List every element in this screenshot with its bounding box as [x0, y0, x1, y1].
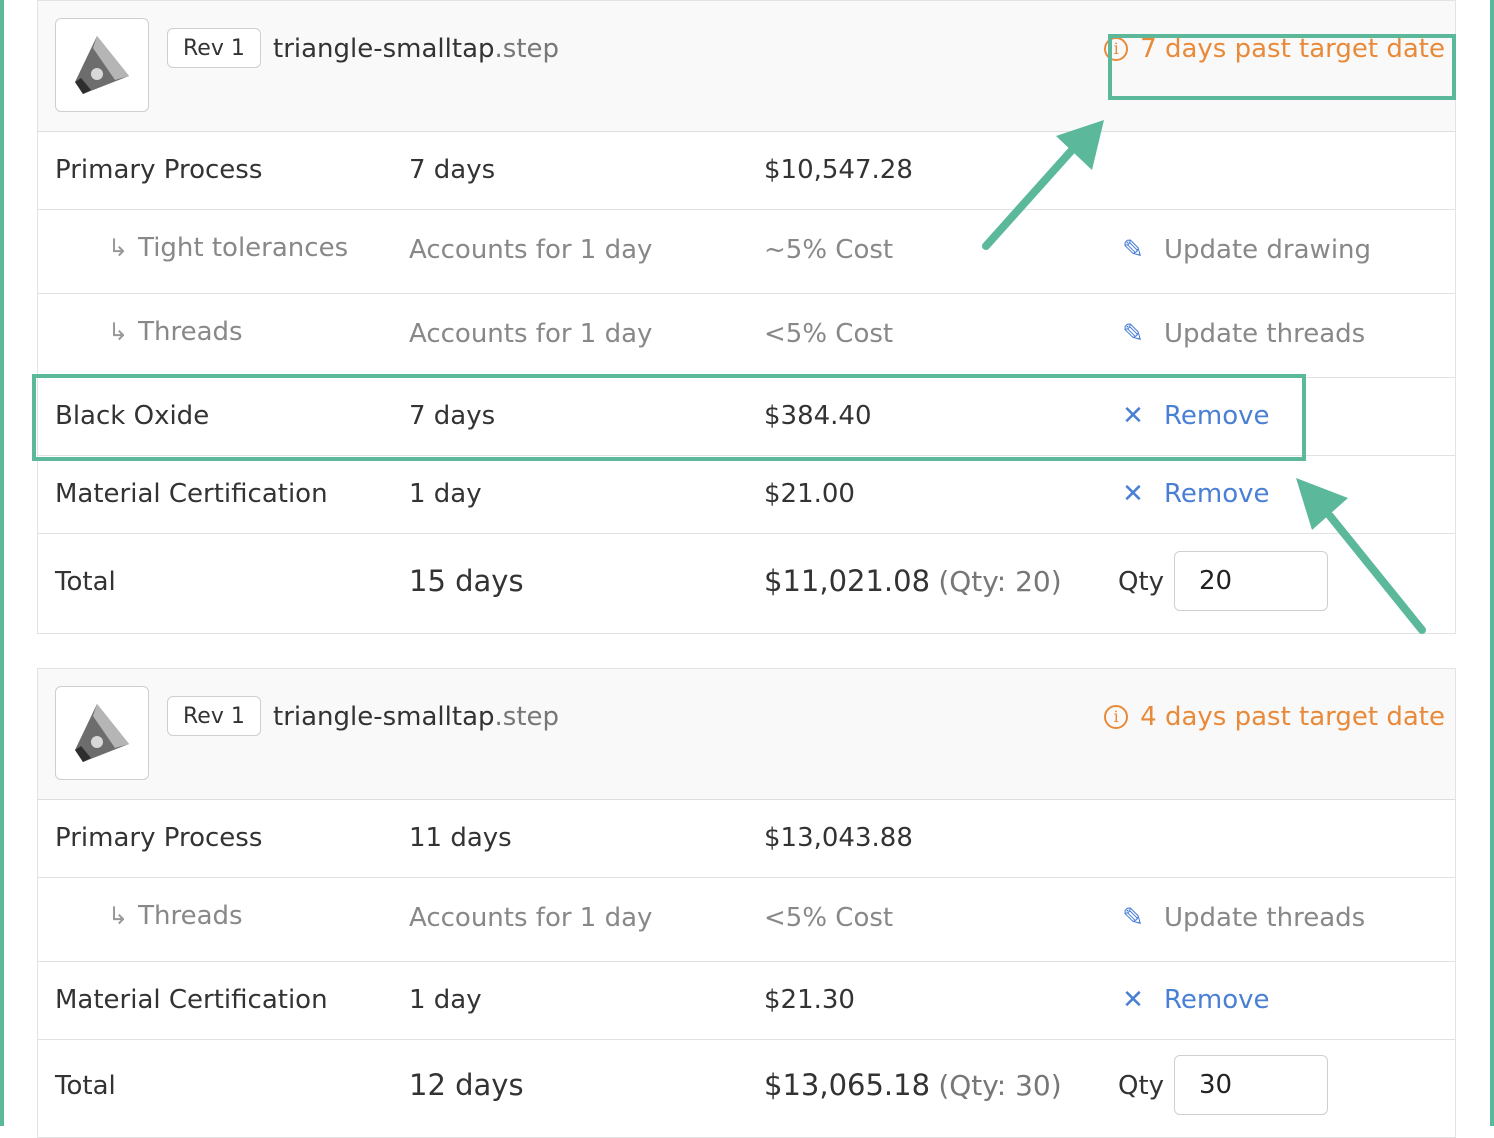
- sub-row-days: Accounts for 1 day: [409, 319, 653, 349]
- pencil-icon: ✎: [1122, 903, 1144, 933]
- info-icon: i: [1104, 37, 1129, 61]
- part-card-2: Rev 1 triangle-smalltap.step i 4 days pa…: [37, 668, 1456, 1138]
- sub-label-text: Threads: [138, 317, 243, 347]
- close-icon: ✕: [1122, 985, 1144, 1015]
- sub-arrow-icon: ↳: [108, 318, 129, 346]
- filename-base: triangle-smalltap: [273, 702, 495, 732]
- action-text: Remove: [1164, 479, 1270, 509]
- close-icon: ✕: [1122, 479, 1144, 509]
- row-label: Material Certification: [55, 985, 328, 1015]
- action-text: Update threads: [1164, 319, 1366, 349]
- revision-badge[interactable]: Rev 1: [167, 28, 261, 68]
- sub-row-label: ↳ Threads: [108, 314, 243, 350]
- sub-row-tight-tolerances: ↳ Tight tolerances Accounts for 1 day ~5%…: [38, 210, 1455, 294]
- sub-row-label: ↳ Threads: [108, 898, 243, 934]
- row-cost: $21.00: [764, 479, 855, 509]
- total-cost-group: $11,021.08 (Qty: 20): [764, 563, 1062, 601]
- update-threads-link[interactable]: ✎ Update threads: [1118, 316, 1365, 352]
- part-thumbnail[interactable]: [55, 18, 149, 112]
- sub-row-label: ↳ Tight tolerances: [108, 230, 348, 266]
- part-thumbnail[interactable]: [55, 686, 149, 780]
- sub-label-text: Threads: [138, 901, 243, 931]
- sub-label-text: Tight tolerances: [138, 233, 349, 263]
- sub-row-days: Accounts for 1 day: [409, 903, 653, 933]
- sub-row-days: Accounts for 1 day: [409, 235, 653, 265]
- total-cost: $11,021.08: [764, 564, 931, 598]
- total-cost-group: $13,065.18 (Qty: 30): [764, 1067, 1062, 1105]
- close-icon: ✕: [1122, 401, 1144, 431]
- update-drawing-link[interactable]: ✎ Update drawing: [1118, 232, 1371, 268]
- quantity-input[interactable]: 20: [1174, 551, 1328, 611]
- total-label: Total: [55, 1071, 116, 1101]
- extra-row-material-certification: Material Certification 1 day $21.30 ✕ Rem…: [38, 962, 1455, 1040]
- total-days: 12 days: [409, 1068, 524, 1102]
- pencil-icon: ✎: [1122, 235, 1144, 265]
- qty-label: Qty: [1118, 567, 1165, 597]
- part-thumbnail-icon: [75, 704, 129, 762]
- part-thumbnail-icon: [75, 36, 129, 94]
- total-row: Total 15 days $11,021.08 (Qty: 20) Qty 2…: [38, 534, 1455, 630]
- part-card-1: Rev 1 triangle-smalltap.step i 7 days pa…: [37, 0, 1456, 634]
- sub-row-cost: <5% Cost: [764, 903, 894, 933]
- warning-text: 7 days past target date: [1140, 34, 1445, 64]
- frame-left: [0, 0, 4, 1126]
- total-days: 15 days: [409, 564, 524, 598]
- row-cost: $21.30: [764, 985, 855, 1015]
- part-filename[interactable]: triangle-smalltap.step: [273, 31, 559, 67]
- action-text: Remove: [1164, 985, 1270, 1015]
- row-label: Black Oxide: [55, 401, 210, 431]
- sub-row-cost: ~5% Cost: [764, 235, 894, 265]
- row-days: 7 days: [409, 155, 496, 185]
- action-text: Remove: [1164, 401, 1270, 431]
- part-card-header: Rev 1 triangle-smalltap.step i 7 days pa…: [38, 1, 1455, 132]
- target-date-warning: i 4 days past target date: [1104, 699, 1445, 735]
- target-date-warning: i 7 days past target date: [1104, 31, 1445, 67]
- filename-ext: .step: [494, 702, 560, 732]
- extra-row-material-certification: Material Certification 1 day $21.00 ✕ Rem…: [38, 456, 1455, 534]
- remove-button[interactable]: ✕ Remove: [1118, 398, 1270, 434]
- qty-note: (Qty: 20): [938, 565, 1062, 598]
- row-days: 1 day: [409, 985, 482, 1015]
- warning-text: 4 days past target date: [1140, 702, 1445, 732]
- row-label: Primary Process: [55, 823, 263, 853]
- total-label: Total: [55, 567, 116, 597]
- row-cost: $13,043.88: [764, 823, 913, 853]
- row-label: Material Certification: [55, 479, 328, 509]
- remove-button[interactable]: ✕ Remove: [1118, 476, 1270, 512]
- part-card-header: Rev 1 triangle-smalltap.step i 4 days pa…: [38, 669, 1455, 800]
- total-cost: $13,065.18: [764, 1068, 931, 1102]
- row-label: Primary Process: [55, 155, 263, 185]
- row-cost: $384.40: [764, 401, 872, 431]
- qty-label: Qty: [1118, 1071, 1165, 1101]
- sub-arrow-icon: ↳: [108, 902, 129, 930]
- row-days: 11 days: [409, 823, 512, 853]
- info-icon: i: [1104, 705, 1129, 729]
- filename-base: triangle-smalltap: [273, 34, 495, 64]
- action-text: Update drawing: [1164, 235, 1372, 265]
- quantity-input[interactable]: 30: [1174, 1055, 1328, 1115]
- part-filename[interactable]: triangle-smalltap.step: [273, 699, 559, 735]
- row-days: 7 days: [409, 401, 496, 431]
- update-threads-link[interactable]: ✎ Update threads: [1118, 900, 1365, 936]
- qty-note: (Qty: 30): [938, 1069, 1062, 1102]
- row-days: 1 day: [409, 479, 482, 509]
- extra-row-black-oxide: Black Oxide 7 days $384.40 ✕ Remove: [38, 378, 1455, 456]
- primary-process-row: Primary Process 11 days $13,043.88: [38, 800, 1455, 878]
- remove-button[interactable]: ✕ Remove: [1118, 982, 1270, 1018]
- pencil-icon: ✎: [1122, 319, 1144, 349]
- primary-process-row: Primary Process 7 days $10,547.28: [38, 132, 1455, 210]
- frame-right: [1490, 0, 1494, 1126]
- action-text: Update threads: [1164, 903, 1366, 933]
- sub-row-cost: <5% Cost: [764, 319, 894, 349]
- row-cost: $10,547.28: [764, 155, 913, 185]
- sub-row-threads: ↳ Threads Accounts for 1 day <5% Cost ✎ Up…: [38, 878, 1455, 962]
- sub-row-threads: ↳ Threads Accounts for 1 day <5% Cost ✎ Up…: [38, 294, 1455, 378]
- total-row: Total 12 days $13,065.18 (Qty: 30) Qty 3…: [38, 1040, 1455, 1136]
- filename-ext: .step: [494, 34, 560, 64]
- sub-arrow-icon: ↳: [108, 234, 129, 262]
- revision-badge[interactable]: Rev 1: [167, 696, 261, 736]
